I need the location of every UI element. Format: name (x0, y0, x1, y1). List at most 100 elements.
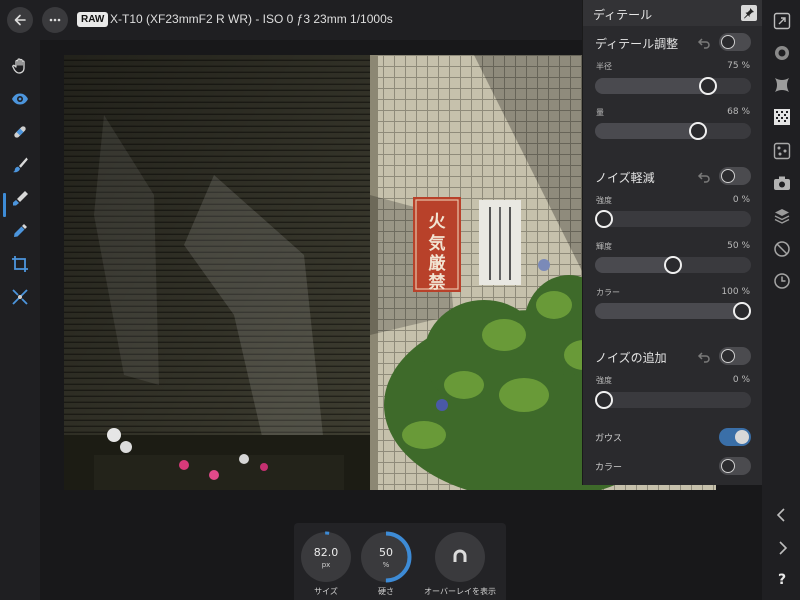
slider-value-add-noise-strength: 0 % (732, 375, 750, 385)
noise-grid-icon (774, 109, 790, 125)
magnet-icon (453, 549, 467, 562)
slider-strength[interactable] (583, 210, 763, 228)
panel-title: ディテール (593, 8, 653, 22)
slider-track[interactable] (595, 123, 751, 139)
reset-icon[interactable] (697, 350, 711, 364)
left-toolbar (0, 40, 40, 600)
camera-icon (774, 176, 790, 190)
slider-add-noise-strength[interactable] (583, 391, 763, 409)
expand-icon (773, 12, 791, 30)
slider-track[interactable] (595, 78, 751, 94)
section-title-noise-reduction: ノイズ軽減 (595, 171, 655, 185)
no-entry-button[interactable] (771, 238, 793, 260)
toggle-detail[interactable] (719, 33, 751, 51)
lens-button[interactable] (771, 42, 793, 64)
slider-track[interactable] (595, 303, 751, 319)
dots-button[interactable] (771, 140, 793, 162)
file-info: X-T10 (XF23mmF2 R WR) - ISO 0 ƒ3 23mm 1/… (110, 12, 393, 26)
gradient-tool[interactable] (6, 217, 34, 245)
hardness-value: 50 (379, 546, 393, 559)
layers-button[interactable] (771, 205, 793, 227)
slider-fill (595, 78, 712, 94)
hand-icon (12, 58, 25, 74)
slider-thumb[interactable] (664, 256, 682, 274)
slider-thumb[interactable] (688, 122, 707, 140)
slider-thumb[interactable] (733, 302, 751, 320)
ellipsis-icon (49, 18, 61, 22)
slider-thumb[interactable] (698, 77, 717, 95)
collapse-panel-button[interactable] (771, 504, 793, 526)
slider-label-amount: 量 (596, 108, 604, 117)
lens-icon (775, 46, 789, 60)
color-label: カラー (595, 463, 623, 473)
crop-icon (12, 256, 28, 272)
slider-radius[interactable] (583, 77, 763, 95)
brush-tool[interactable] (6, 151, 34, 179)
svg-text:火: 火 (429, 212, 447, 232)
slider-value-strength: 0 % (732, 195, 750, 205)
hardness-label: 硬さ (378, 587, 394, 596)
overlay-tool[interactable] (6, 283, 34, 311)
slider-color[interactable] (583, 302, 763, 320)
size-dial[interactable]: 82.0 px (300, 531, 352, 583)
slider-value-amount: 68 % (727, 107, 750, 117)
dots-icon (773, 142, 791, 160)
expand-button[interactable] (771, 10, 793, 32)
toggle-add-noise[interactable] (719, 347, 751, 365)
slider-label-radius: 半径 (596, 62, 612, 71)
slider-thumb[interactable] (595, 391, 613, 409)
section-title-detail: ディテール調整 (595, 37, 679, 51)
crop-tool[interactable] (6, 250, 34, 278)
arrow-left-icon (14, 14, 26, 26)
slider-label-color: カラー (596, 288, 620, 297)
raw-badge: RAW (77, 12, 109, 27)
slider-track[interactable] (595, 392, 751, 408)
slider-label-luminance: 輝度 (596, 242, 612, 251)
reset-icon[interactable] (697, 36, 711, 50)
overlay-label: オーバーレイを表示 (424, 587, 496, 596)
history-button[interactable] (771, 270, 793, 292)
camera-button[interactable] (771, 172, 793, 194)
reset-icon[interactable] (697, 170, 711, 184)
svg-text:厳: 厳 (429, 253, 447, 274)
brush-icon (13, 157, 28, 173)
layers-icon (774, 209, 790, 224)
slider-value-color: 100 % (721, 287, 750, 297)
eraser-icon (13, 191, 28, 206)
clock-icon (774, 273, 790, 289)
slider-value-radius: 75 % (727, 61, 750, 71)
help-icon: ? (777, 572, 787, 588)
brush-controls: 82.0 px サイズ 50 % 硬さ オーバーレイを表示 (294, 523, 506, 600)
toggle-color[interactable] (719, 457, 751, 475)
svg-text:気: 気 (428, 233, 446, 254)
slider-amount[interactable] (583, 122, 763, 140)
slider-fill (595, 123, 702, 139)
help-button[interactable]: ? (771, 569, 793, 591)
hand-tool[interactable] (6, 52, 34, 80)
overlay-dial[interactable] (434, 531, 486, 583)
slider-value-luminance: 50 % (727, 241, 750, 251)
detail-button[interactable] (771, 106, 793, 128)
view-tool[interactable] (6, 85, 34, 113)
toggle-gauss[interactable] (719, 428, 751, 446)
overlay-icon (12, 289, 28, 305)
hardness-dial[interactable]: 50 % (360, 531, 412, 583)
right-toolbar: ? (762, 0, 800, 600)
slider-thumb[interactable] (595, 210, 613, 228)
bandage-icon (14, 126, 26, 138)
more-button[interactable] (42, 7, 68, 33)
slider-track[interactable] (595, 211, 751, 227)
expand-panel-button[interactable] (771, 537, 793, 559)
toggle-noise-reduction[interactable] (719, 167, 751, 185)
detail-panel: ディテール ディテール調整 半径 75 % 量 68 % ノイズ軽減 強度 0 … (582, 0, 763, 485)
blemish-tool[interactable] (6, 118, 34, 146)
size-value: 82.0 (313, 546, 339, 559)
slider-fill (595, 257, 673, 273)
back-button[interactable] (7, 7, 33, 33)
pin-button[interactable] (741, 5, 757, 21)
slider-label-strength: 強度 (596, 196, 612, 205)
eraser-brush-tool[interactable] (6, 184, 34, 212)
perspective-button[interactable] (771, 74, 793, 96)
slider-luminance[interactable] (583, 256, 763, 274)
gauss-label: ガウス (595, 434, 623, 444)
